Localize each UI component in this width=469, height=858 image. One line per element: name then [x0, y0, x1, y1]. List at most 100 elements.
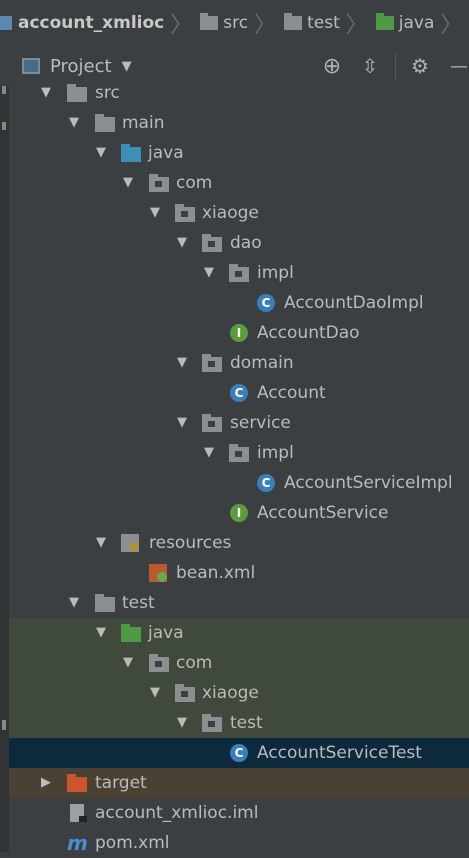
tree-node-main-xiaoge[interactable]: ▼ xiaoge [9, 198, 469, 228]
expand-arrow-icon[interactable]: ▼ [202, 258, 216, 288]
tree-node-label: test [230, 713, 263, 733]
expand-arrow-icon[interactable]: ▼ [121, 168, 135, 198]
tree-node-label: domain [230, 353, 294, 373]
maven-icon: m [67, 831, 88, 855]
tree-node-resources[interactable]: ▼ resources [9, 528, 469, 558]
source-folder-icon [121, 144, 141, 162]
hide-icon[interactable]: — [447, 54, 469, 78]
tree-node-account-dao-impl[interactable]: C AccountDaoImpl [9, 288, 469, 318]
iml-file-icon [70, 804, 87, 822]
tree-node-label: main [122, 113, 165, 133]
tree-node-pom-xml[interactable]: m pom.xml [9, 828, 469, 858]
tree-node-label: com [176, 173, 213, 193]
package-icon [149, 174, 169, 192]
tree-node-account-service-test[interactable]: C AccountServiceTest [9, 738, 469, 768]
expand-arrow-icon[interactable]: ▼ [175, 408, 189, 438]
package-icon [175, 204, 195, 222]
breadcrumb-item-project[interactable]: account_xmlioc 〉 [0, 0, 192, 46]
chevron-right-icon: 〉 [345, 13, 368, 38]
expand-arrow-icon[interactable]: ▼ [148, 678, 162, 708]
chevron-right-icon: 〉 [170, 13, 193, 38]
breadcrumb-item-test[interactable]: test 〉 [276, 0, 368, 46]
breadcrumb-label: src [223, 13, 249, 33]
expand-arrow-icon[interactable]: ▼ [148, 198, 162, 228]
package-icon [202, 714, 222, 732]
tree-node-test-package[interactable]: ▼ test [9, 708, 469, 738]
tree-node-src[interactable]: ▼ src [9, 78, 469, 108]
folder-icon [95, 114, 115, 132]
expand-arrow-icon[interactable]: ▼ [94, 528, 108, 558]
tree-node-main[interactable]: ▼ main [9, 108, 469, 138]
tree-node-test-xiaoge[interactable]: ▼ xiaoge [9, 678, 469, 708]
expand-arrow-icon[interactable]: ▼ [94, 138, 108, 168]
breadcrumb-item-src[interactable]: src 〉 [192, 0, 276, 46]
tree-node-label: resources [149, 533, 232, 553]
breadcrumb-item-java[interactable]: java 〉 [368, 0, 463, 46]
resources-folder-icon [121, 534, 139, 552]
stripe-mark [2, 720, 6, 730]
tree-node-label: service [230, 413, 291, 433]
tree-node-account-dao[interactable]: I AccountDao [9, 318, 469, 348]
tree-node-label: impl [257, 443, 294, 463]
tree-node-main-com[interactable]: ▼ com [9, 168, 469, 198]
chevron-right-icon: 〉 [440, 13, 463, 38]
tree-node-test-java[interactable]: ▼ java [9, 618, 469, 648]
expand-arrow-icon[interactable]: ▼ [67, 588, 81, 618]
tree-node-label: java [148, 143, 184, 163]
tree-node-dao[interactable]: ▼ dao [9, 228, 469, 258]
tree-node-domain[interactable]: ▼ domain [9, 348, 469, 378]
tree-node-dao-impl[interactable]: ▼ impl [9, 258, 469, 288]
package-icon [229, 444, 249, 462]
expand-arrow-icon[interactable]: ▼ [175, 348, 189, 378]
tree-node-target[interactable]: ▶ target [9, 768, 469, 798]
tree-node-test[interactable]: ▼ test [9, 588, 469, 618]
breadcrumb-label: account_xmlioc [18, 13, 165, 33]
expand-arrow-icon[interactable]: ▼ [94, 618, 108, 648]
view-selector[interactable]: Project [50, 56, 112, 77]
tree-node-label: pom.xml [95, 833, 170, 853]
tree-node-account-service[interactable]: I AccountService [9, 498, 469, 528]
tree-node-service-impl[interactable]: ▼ impl [9, 438, 469, 468]
interface-icon: I [230, 504, 248, 522]
dropdown-arrow-icon[interactable]: ▼ [122, 59, 132, 74]
tree-node-label: bean.xml [176, 563, 256, 583]
toolbar-divider [395, 52, 396, 80]
expand-arrow-icon[interactable]: ▼ [67, 108, 81, 138]
class-icon: C [230, 384, 248, 402]
tree-node-iml-file[interactable]: account_xmlioc.iml [9, 798, 469, 828]
tree-node-label: AccountDao [257, 323, 360, 343]
tree-node-label: account_xmlioc.iml [95, 803, 259, 823]
tree-node-label: com [176, 653, 213, 673]
spring-xml-icon [149, 564, 167, 582]
breadcrumb-label: java [398, 13, 435, 33]
package-icon [229, 264, 249, 282]
breadcrumb-label: test [307, 13, 340, 33]
locate-icon[interactable]: ⊕ [320, 54, 344, 79]
tree-node-test-com[interactable]: ▼ com [9, 648, 469, 678]
collapse-all-icon[interactable]: ⇳ [358, 54, 382, 78]
expand-arrow-icon[interactable]: ▼ [175, 708, 189, 738]
tree-node-label: AccountDaoImpl [284, 293, 424, 313]
expand-arrow-icon[interactable]: ▼ [121, 648, 135, 678]
stripe-mark [2, 122, 6, 130]
tree-node-label: xiaoge [202, 203, 259, 223]
expand-arrow-icon[interactable]: ▼ [202, 438, 216, 468]
breadcrumb: account_xmlioc 〉 src 〉 test 〉 java 〉 com [0, 0, 469, 47]
folder-icon [95, 594, 115, 612]
tree-node-label: test [122, 593, 155, 613]
tree-node-label: dao [230, 233, 262, 253]
tree-node-label: impl [257, 263, 294, 283]
tree-node-main-java[interactable]: ▼ java [9, 138, 469, 168]
package-icon [202, 234, 222, 252]
breadcrumb-item-com[interactable]: com [462, 0, 469, 46]
gear-icon[interactable]: ⚙ [408, 54, 432, 78]
tree-node-account[interactable]: C Account [9, 378, 469, 408]
expand-arrow-icon[interactable]: ▼ [39, 78, 53, 108]
tree-node-account-service-impl[interactable]: C AccountServiceImpl [9, 468, 469, 498]
expand-arrow-icon[interactable]: ▼ [175, 228, 189, 258]
tree-node-service[interactable]: ▼ service [9, 408, 469, 438]
tree-node-label: AccountServiceTest [257, 743, 422, 763]
tool-window-stripe [0, 46, 9, 852]
tree-node-bean-xml[interactable]: bean.xml [9, 558, 469, 588]
collapse-arrow-icon[interactable]: ▶ [39, 768, 53, 798]
